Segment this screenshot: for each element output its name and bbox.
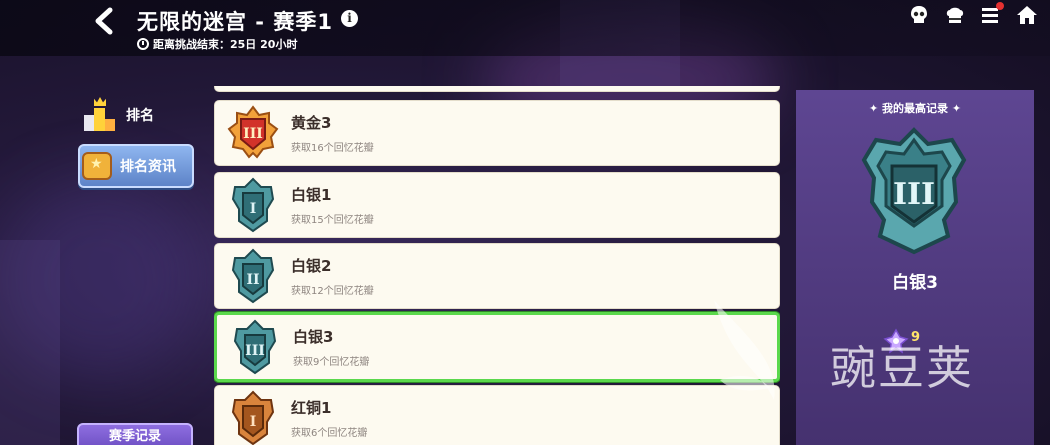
info-icon[interactable]: i bbox=[341, 10, 358, 27]
svg-text:III: III bbox=[893, 177, 935, 212]
tab-ranking[interactable]: 排名 bbox=[78, 93, 194, 137]
svg-text:I: I bbox=[250, 201, 257, 217]
tier-row-silver-1[interactable]: I 白银1 获取15个回忆花瓣 bbox=[214, 172, 780, 238]
tier-row-bronze-1[interactable]: I 红铜1 获取6个回忆花瓣 bbox=[214, 385, 780, 445]
best-rank-name: 白银3 bbox=[892, 273, 938, 293]
treasure-chest-icon bbox=[82, 152, 112, 180]
challenge-countdown: 距离挑战结束：25日 20小时 bbox=[137, 36, 297, 52]
svg-text:III: III bbox=[245, 343, 265, 359]
watermark-text: 豌豆荚 bbox=[830, 341, 974, 395]
chef-hat-icon bbox=[946, 7, 964, 23]
tier-requirement: 获取6个回忆花瓣 bbox=[291, 428, 368, 439]
tier-requirement: 获取12个回忆花瓣 bbox=[291, 286, 374, 297]
notification-dot bbox=[996, 2, 1004, 10]
menu-button[interactable] bbox=[978, 2, 1004, 28]
tier-row-silver-2[interactable]: II 白银2 获取12个回忆花瓣 bbox=[214, 243, 780, 309]
chevron-left-icon bbox=[95, 7, 113, 35]
gold-rank-badge-icon: III bbox=[227, 105, 279, 159]
tier-row-gold-3[interactable]: III 黄金3 获取16个回忆花瓣 bbox=[214, 100, 780, 166]
top-bar: 无限的迷宫 - 赛季1 i 距离挑战结束：25日 20小时 bbox=[0, 0, 1050, 56]
home-button[interactable] bbox=[1014, 2, 1040, 28]
back-button[interactable] bbox=[90, 6, 120, 36]
svg-text:III: III bbox=[243, 126, 263, 142]
svg-text:II: II bbox=[246, 272, 259, 288]
silver-rank-badge-icon: III bbox=[861, 127, 967, 255]
podium-icon bbox=[82, 97, 118, 133]
background-building bbox=[0, 240, 60, 445]
tier-list[interactable]: III 黄金3 获取16个回忆花瓣 I 白银1 获取15个回忆花瓣 II 白银2… bbox=[214, 86, 780, 445]
home-icon bbox=[1017, 6, 1037, 24]
tab-rank-info[interactable]: 排名资讯 bbox=[78, 144, 194, 188]
tab-rank-info-label: 排名资讯 bbox=[120, 159, 176, 175]
page-title: 无限的迷宫 - 赛季1 bbox=[137, 10, 333, 34]
tab-ranking-label: 排名 bbox=[126, 108, 154, 124]
chef-button[interactable] bbox=[942, 2, 968, 28]
tier-name: 白银3 bbox=[293, 328, 334, 346]
clock-icon bbox=[137, 38, 149, 50]
skull-button[interactable] bbox=[906, 2, 932, 28]
tier-name: 红铜1 bbox=[291, 399, 332, 417]
skull-icon bbox=[911, 6, 927, 23]
tier-name: 黄金3 bbox=[291, 114, 332, 132]
silver-rank-badge-icon: II bbox=[231, 248, 275, 304]
best-record-title: ✦ 我的最高记录 ✦ bbox=[868, 102, 962, 115]
season-record-button[interactable]: 赛季记录 bbox=[77, 423, 193, 445]
silver-rank-badge-icon: I bbox=[231, 177, 275, 233]
tier-name: 白银2 bbox=[291, 257, 332, 275]
bronze-rank-badge-icon: I bbox=[231, 390, 275, 445]
tier-name: 白银1 bbox=[291, 186, 332, 204]
tier-requirement: 获取9个回忆花瓣 bbox=[293, 357, 370, 368]
silver-rank-badge-icon: III bbox=[233, 319, 277, 375]
tier-requirement: 获取16个回忆花瓣 bbox=[291, 143, 374, 154]
top-right-icons bbox=[906, 2, 1040, 28]
tier-row-silver-3[interactable]: III 白银3 获取9个回忆花瓣 bbox=[214, 312, 780, 382]
svg-text:I: I bbox=[250, 414, 257, 430]
tier-requirement: 获取15个回忆花瓣 bbox=[291, 215, 374, 226]
list-item bbox=[214, 86, 780, 92]
countdown-text: 距离挑战结束：25日 20小时 bbox=[153, 38, 298, 51]
